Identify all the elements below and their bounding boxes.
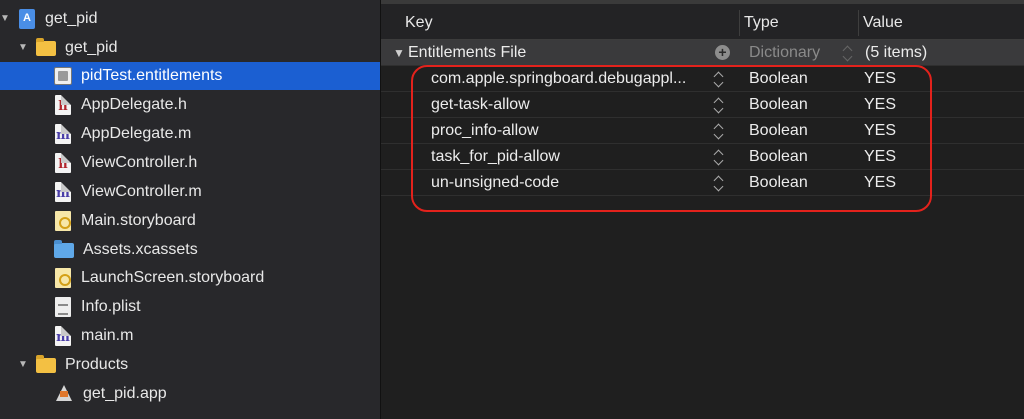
- column-separator[interactable]: [739, 10, 740, 36]
- objc-source-file-icon: m: [54, 124, 72, 144]
- storyboard-file-icon: [54, 268, 72, 288]
- type-stepper-icon[interactable]: [843, 45, 853, 63]
- nav-item-label: Main.storyboard: [81, 212, 196, 229]
- nav-item-label: Assets.xcassets: [83, 241, 198, 258]
- plist-value[interactable]: YES: [864, 96, 896, 114]
- plist-file-icon: [54, 297, 72, 317]
- objc-source-file-icon: m: [54, 182, 72, 202]
- plist-value: (5 items): [865, 44, 928, 61]
- nav-item-file[interactable]: pidTest.entitlements: [0, 62, 380, 90]
- key-stepper-icon[interactable]: [714, 71, 724, 89]
- plist-type[interactable]: Boolean: [749, 70, 808, 88]
- plist-value[interactable]: YES: [864, 148, 896, 166]
- nav-item-label: ViewController.h: [81, 154, 198, 171]
- key-stepper-icon[interactable]: [714, 149, 724, 167]
- plist-type[interactable]: Boolean: [749, 148, 808, 166]
- disclosure-open-icon[interactable]: ▼: [18, 360, 28, 370]
- objc-source-file-icon: m: [54, 326, 72, 346]
- nav-item-label: AppDelegate.h: [81, 96, 187, 113]
- xcode-window: ▼ get_pid ▼ get_pid pidTest.entitlements…: [0, 0, 1024, 419]
- nav-item-file[interactable]: Main.storyboard: [0, 207, 380, 235]
- app-product-icon: [54, 384, 74, 404]
- nav-item-label: Products: [65, 356, 129, 373]
- nav-item-file[interactable]: m ViewController.m: [0, 178, 380, 206]
- plist-row[interactable]: task_for_pid-allow Boolean YES: [381, 144, 1024, 170]
- nav-item-label: LaunchScreen.storyboard: [81, 269, 265, 286]
- plist-type[interactable]: Boolean: [749, 174, 808, 192]
- nav-item-file[interactable]: h AppDelegate.h: [0, 91, 380, 119]
- nav-item-label: get_pid.app: [83, 385, 167, 402]
- plist-type[interactable]: Dictionary: [749, 44, 820, 62]
- folder-icon: [36, 38, 56, 58]
- nav-item-group[interactable]: ▼ Products: [0, 351, 380, 379]
- nav-item-file[interactable]: LaunchScreen.storyboard: [0, 264, 380, 292]
- nav-item-file[interactable]: Assets.xcassets: [0, 236, 380, 264]
- nav-item-file[interactable]: m AppDelegate.m: [0, 120, 380, 148]
- plist-key[interactable]: Entitlements File: [408, 44, 526, 62]
- plist-value[interactable]: YES: [864, 70, 896, 88]
- key-stepper-icon[interactable]: [714, 175, 724, 193]
- nav-item-file[interactable]: m main.m: [0, 322, 380, 350]
- add-item-icon[interactable]: +: [715, 45, 730, 60]
- plist-row[interactable]: un-unsigned-code Boolean YES: [381, 170, 1024, 196]
- column-header-value[interactable]: Value: [863, 14, 903, 32]
- nav-item-file[interactable]: get_pid.app: [0, 380, 380, 408]
- key-stepper-icon[interactable]: [714, 97, 724, 115]
- plist-value[interactable]: YES: [864, 122, 896, 140]
- nav-item-label: AppDelegate.m: [81, 125, 192, 142]
- header-file-icon: h: [54, 153, 72, 173]
- plist-row[interactable]: proc_info-allow Boolean YES: [381, 118, 1024, 144]
- plist-key[interactable]: task_for_pid-allow: [431, 148, 560, 166]
- project-navigator: ▼ get_pid ▼ get_pid pidTest.entitlements…: [0, 0, 380, 419]
- entitlements-file-icon: [54, 66, 72, 86]
- column-header-type[interactable]: Type: [744, 14, 779, 32]
- plist-key[interactable]: proc_info-allow: [431, 122, 539, 140]
- disclosure-open-icon[interactable]: ▼: [18, 43, 28, 53]
- disclosure-open-icon[interactable]: ▼: [393, 46, 405, 60]
- column-separator[interactable]: [858, 10, 859, 36]
- nav-item-label: Info.plist: [81, 298, 141, 315]
- xcode-project-icon: [18, 9, 36, 29]
- nav-item-label: get_pid: [65, 39, 118, 56]
- folder-icon: [36, 355, 56, 375]
- storyboard-file-icon: [54, 211, 72, 231]
- plist-value[interactable]: YES: [864, 174, 896, 192]
- nav-item-file[interactable]: h ViewController.h: [0, 149, 380, 177]
- plist-key[interactable]: un-unsigned-code: [431, 174, 559, 192]
- nav-item-label: pidTest.entitlements: [81, 67, 223, 84]
- plist-header: Key Type Value: [381, 0, 1024, 40]
- nav-item-label: main.m: [81, 327, 134, 344]
- nav-item-label: get_pid: [45, 10, 98, 27]
- plist-key[interactable]: com.apple.springboard.debugappl...: [431, 70, 686, 88]
- nav-item-group[interactable]: ▼ get_pid: [0, 34, 380, 62]
- key-stepper-icon[interactable]: [714, 123, 724, 141]
- plist-root-row[interactable]: ▼ Entitlements File + Dictionary (5 item…: [381, 40, 1024, 66]
- plist-row[interactable]: com.apple.springboard.debugappl... Boole…: [381, 66, 1024, 92]
- header-file-icon: h: [54, 95, 72, 115]
- nav-item-label: ViewController.m: [81, 183, 202, 200]
- plist-row[interactable]: get-task-allow Boolean YES: [381, 92, 1024, 118]
- plist-type[interactable]: Boolean: [749, 96, 808, 114]
- plist-editor: Key Type Value ▼ Entitlements File + Dic…: [381, 0, 1024, 419]
- asset-catalog-icon: [54, 240, 74, 260]
- plist-type[interactable]: Boolean: [749, 122, 808, 140]
- disclosure-open-icon[interactable]: ▼: [0, 14, 10, 24]
- nav-item-file[interactable]: Info.plist: [0, 293, 380, 321]
- nav-item-project[interactable]: ▼ get_pid: [0, 5, 380, 33]
- plist-key[interactable]: get-task-allow: [431, 96, 530, 114]
- column-header-key[interactable]: Key: [405, 14, 433, 32]
